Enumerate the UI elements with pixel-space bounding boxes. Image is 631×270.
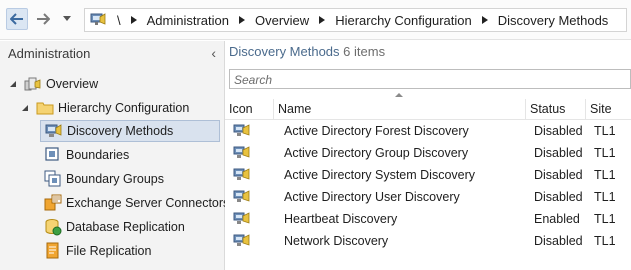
tree-item-database-replication[interactable]: Database Replication — [44, 216, 185, 238]
row-site: TL1 — [594, 168, 616, 182]
table-row[interactable]: Active Directory Forest Discovery Disabl… — [225, 120, 631, 142]
tree-item-boundary-groups[interactable]: Boundary Groups — [44, 168, 164, 190]
row-site: TL1 — [594, 146, 616, 160]
tree-item-exchange-server-connectors[interactable]: Exchange Server Connectors — [44, 192, 229, 214]
row-site: TL1 — [594, 212, 616, 226]
discovery-method-icon — [233, 230, 253, 252]
tree-item-label: Overview — [46, 77, 99, 91]
discovery-method-icon — [233, 186, 253, 208]
column-header-row: Icon Name Status Site — [225, 99, 631, 120]
tree-item-label: Database Replication — [66, 220, 185, 234]
discovery-method-icon — [233, 142, 253, 164]
table-row[interactable]: Heartbeat Discovery Enabled TL1 — [225, 208, 631, 230]
file-replication-icon — [44, 242, 62, 260]
breadcrumb-administration[interactable]: Administration — [143, 13, 233, 28]
results-title-text: Discovery Methods — [229, 44, 340, 59]
console-computer-icon — [90, 13, 106, 25]
column-header-name[interactable]: Name — [274, 99, 526, 119]
forward-arrow-icon — [37, 13, 50, 25]
table-row[interactable]: Active Directory User Discovery Disabled… — [225, 186, 631, 208]
expanded-triangle-icon[interactable] — [8, 79, 18, 89]
row-status: Disabled — [534, 168, 583, 182]
navigation-pane-title: Administration — [8, 45, 91, 61]
search-placeholder: Search — [234, 73, 273, 87]
column-header-site[interactable]: Site — [586, 99, 631, 119]
breadcrumb-discovery-methods[interactable]: Discovery Methods — [494, 13, 613, 28]
back-arrow-icon — [10, 13, 23, 25]
results-title: Discovery Methods 6 items — [229, 44, 385, 59]
tree-item-label: Exchange Server Connectors — [66, 196, 230, 210]
expanded-triangle-icon[interactable] — [20, 103, 30, 113]
tree-item-label: Discovery Methods — [67, 124, 174, 138]
history-dropdown-button[interactable] — [60, 8, 74, 30]
tree-item-label: Hierarchy Configuration — [58, 101, 190, 115]
discovery-methods-icon — [45, 122, 63, 140]
chevron-right-icon[interactable] — [476, 16, 494, 24]
chevron-right-icon[interactable] — [233, 16, 251, 24]
row-name: Active Directory Group Discovery — [284, 146, 469, 160]
row-name: Active Directory Forest Discovery — [284, 124, 469, 138]
tree-item-discovery-methods[interactable]: Discovery Methods — [40, 120, 220, 142]
discovery-method-icon — [233, 164, 253, 186]
row-status: Disabled — [534, 190, 583, 204]
tree-item-boundaries[interactable]: Boundaries — [44, 144, 129, 166]
collapse-pane-icon[interactable]: ‹ — [211, 45, 216, 61]
navigation-pane-header: Administration ‹ — [0, 41, 224, 65]
breadcrumb-root[interactable]: \ — [113, 13, 125, 28]
chevron-down-icon — [63, 16, 71, 21]
tree-item-label: Boundary Groups — [66, 172, 164, 186]
table-row[interactable]: Network Discovery Disabled TL1 — [225, 230, 631, 252]
row-site: TL1 — [594, 124, 616, 138]
table-row[interactable]: Active Directory System Discovery Disabl… — [225, 164, 631, 186]
breadcrumb: \ Administration Overview Hierarchy Conf… — [84, 8, 627, 32]
boundaries-icon — [44, 146, 62, 164]
breadcrumb-hierarchy-configuration[interactable]: Hierarchy Configuration — [331, 13, 476, 28]
column-header-status[interactable]: Status — [526, 99, 586, 119]
row-status: Disabled — [534, 124, 583, 138]
back-button[interactable] — [6, 8, 28, 30]
row-name: Network Discovery — [284, 234, 389, 248]
tree-item-hierarchy-configuration[interactable]: Hierarchy Configuration — [20, 97, 189, 119]
database-replication-icon — [44, 218, 62, 236]
discovery-method-icon — [233, 120, 253, 142]
tree-item-overview[interactable]: Overview — [8, 73, 98, 95]
forward-button[interactable] — [32, 8, 54, 30]
row-status: Disabled — [534, 234, 583, 248]
tree-item-file-replication[interactable]: File Replication — [44, 240, 151, 262]
row-status: Enabled — [534, 212, 580, 226]
column-header-icon[interactable]: Icon — [225, 99, 274, 119]
results-count: 6 items — [343, 44, 386, 59]
tree-item-label: File Replication — [66, 244, 152, 258]
chevron-right-icon[interactable] — [125, 16, 143, 24]
overview-icon — [24, 75, 42, 93]
row-name: Active Directory User Discovery — [284, 190, 460, 204]
search-input[interactable]: Search — [229, 69, 631, 89]
sort-ascending-icon — [395, 93, 403, 97]
table-row[interactable]: Active Directory Group Discovery Disable… — [225, 142, 631, 164]
folder-icon — [36, 99, 54, 117]
address-bar: \ Administration Overview Hierarchy Conf… — [0, 0, 631, 40]
boundary-groups-icon — [44, 170, 62, 188]
tree-item-label: Boundaries — [66, 148, 130, 162]
navigation-pane: Administration ‹ Overview Hierarchy Conf… — [0, 41, 229, 270]
row-site: TL1 — [594, 190, 616, 204]
row-status: Disabled — [534, 146, 583, 160]
breadcrumb-overview[interactable]: Overview — [251, 13, 313, 28]
results-pane: Discovery Methods 6 items Search Icon Na… — [225, 41, 631, 270]
row-name: Heartbeat Discovery — [284, 212, 398, 226]
row-site: TL1 — [594, 234, 616, 248]
discovery-method-icon — [233, 208, 253, 230]
exchange-connector-icon — [44, 194, 62, 212]
row-name: Active Directory System Discovery — [284, 168, 476, 182]
chevron-right-icon[interactable] — [313, 16, 331, 24]
